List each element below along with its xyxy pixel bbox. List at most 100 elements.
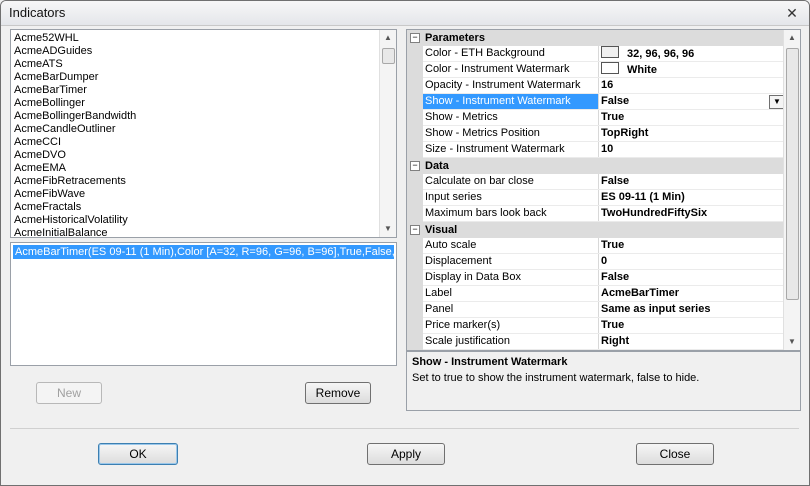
list-item[interactable]: AcmeBollingerBandwidth — [11, 110, 396, 123]
property-name[interactable]: Auto scale — [423, 238, 599, 254]
indicator-list-scrollbar[interactable]: ▲ ▼ — [379, 30, 396, 237]
property-row[interactable]: Display in Data Box False — [407, 270, 787, 286]
category-header[interactable]: − Parameters — [407, 30, 783, 46]
list-item[interactable]: Acme52WHL — [11, 32, 396, 45]
property-row[interactable]: Price marker(s) True — [407, 318, 787, 334]
close-button[interactable]: Close — [636, 443, 714, 465]
property-value[interactable]: 0 — [597, 254, 787, 270]
property-value[interactable]: 16 — [597, 78, 787, 94]
list-item[interactable]: AcmeCandleOutliner — [11, 123, 396, 136]
property-name[interactable]: Displacement — [423, 254, 599, 270]
property-value[interactable]: TwoHundredFiftySix — [597, 206, 787, 222]
property-value-text: False — [601, 175, 630, 187]
property-row[interactable]: Scale justification Right — [407, 334, 787, 350]
property-row[interactable]: Auto scale True — [407, 238, 787, 254]
property-value[interactable]: ES 09-11 (1 Min) — [597, 190, 787, 206]
property-value[interactable]: White — [597, 62, 787, 78]
applied-indicator-item[interactable]: AcmeBarTimer(ES 09-11 (1 Min),Color [A=3… — [13, 245, 394, 259]
list-item[interactable]: AcmeCCI — [11, 136, 396, 149]
scroll-up-icon[interactable]: ▲ — [380, 30, 396, 46]
scroll-down-icon[interactable]: ▼ — [784, 334, 800, 350]
list-item[interactable]: AcmeFibRetracements — [11, 175, 396, 188]
property-name[interactable]: Opacity - Instrument Watermark — [423, 78, 599, 94]
scroll-thumb[interactable] — [786, 48, 799, 300]
applied-indicators-box[interactable]: AcmeBarTimer(ES 09-11 (1 Min),Color [A=3… — [10, 242, 397, 366]
new-button[interactable]: New — [36, 382, 102, 404]
scroll-thumb[interactable] — [382, 48, 395, 64]
scroll-down-icon[interactable]: ▼ — [380, 221, 396, 237]
property-value-text: True — [601, 111, 625, 123]
indicator-list[interactable]: Acme52WHL AcmeADGuides AcmeATS AcmeBarDumpe… — [10, 29, 397, 238]
list-item[interactable]: AcmeEMA — [11, 162, 396, 175]
property-name[interactable]: Panel — [423, 302, 599, 318]
property-value[interactable]: False — [597, 270, 787, 286]
property-value-text: 16 — [601, 79, 614, 91]
property-row[interactable]: Maximum bars look back TwoHundredFiftySix — [407, 206, 787, 222]
property-row[interactable]: Calculate on bar close False — [407, 174, 787, 190]
property-value[interactable]: 32, 96, 96, 96 — [597, 46, 787, 62]
remove-button[interactable]: Remove — [305, 382, 371, 404]
property-name[interactable]: Input series — [423, 190, 599, 206]
property-value-text: ES 09-11 (1 Min) — [601, 191, 685, 203]
list-item[interactable]: AcmeBarTimer — [11, 84, 396, 97]
property-name[interactable]: Calculate on bar close — [423, 174, 599, 190]
property-name[interactable]: Scale justification — [423, 334, 599, 350]
property-name[interactable]: Maximum bars look back — [423, 206, 599, 222]
apply-button[interactable]: Apply — [367, 443, 445, 465]
property-name[interactable]: Display in Data Box — [423, 270, 599, 286]
category-header[interactable]: − Data — [407, 158, 783, 174]
property-description: Show - Instrument Watermark Set to true … — [406, 351, 801, 411]
color-swatch — [601, 46, 619, 58]
minus-icon[interactable]: − — [410, 33, 420, 43]
property-value[interactable]: Right — [597, 334, 787, 350]
property-row[interactable]: Input series ES 09-11 (1 Min) — [407, 190, 787, 206]
property-name[interactable]: Label — [423, 286, 599, 302]
property-row[interactable]: Show - Metrics True — [407, 110, 787, 126]
ok-button[interactable]: OK — [98, 443, 178, 465]
property-name[interactable]: Color - ETH Background — [423, 46, 599, 62]
property-grid[interactable]: − Parameters Color - ETH Background 32, 96,… — [406, 29, 801, 351]
minus-icon[interactable]: − — [410, 161, 420, 171]
property-row[interactable]: Panel Same as input series — [407, 302, 787, 318]
category-header[interactable]: − Visual — [407, 222, 783, 238]
category-label: Data — [425, 160, 449, 172]
scroll-up-icon[interactable]: ▲ — [784, 30, 800, 46]
property-value[interactable]: Same as input series — [597, 302, 787, 318]
close-icon[interactable]: ✕ — [783, 5, 801, 21]
property-name[interactable]: Price marker(s) — [423, 318, 599, 334]
property-name[interactable]: Show - Metrics Position — [423, 126, 599, 142]
property-value-text: 0 — [601, 255, 608, 267]
property-value[interactable]: True — [597, 238, 787, 254]
property-value[interactable]: True — [597, 110, 787, 126]
list-item[interactable]: AcmeDVO — [11, 149, 396, 162]
property-row[interactable]: Show - Instrument Watermark False ▼ — [407, 94, 787, 110]
property-row[interactable]: Label AcmeBarTimer — [407, 286, 787, 302]
property-name[interactable]: Show - Instrument Watermark — [423, 94, 599, 110]
property-name[interactable]: Show - Metrics — [423, 110, 599, 126]
list-item[interactable]: AcmeBollinger — [11, 97, 396, 110]
minus-icon[interactable]: − — [410, 225, 420, 235]
property-row[interactable]: Show - Metrics Position TopRight — [407, 126, 787, 142]
list-item[interactable]: AcmeATS — [11, 58, 396, 71]
property-row[interactable]: Displacement 0 — [407, 254, 787, 270]
property-name[interactable]: Color - Instrument Watermark — [423, 62, 599, 78]
property-grid-scrollbar[interactable]: ▲ ▼ — [783, 30, 800, 350]
property-row[interactable]: Size - Instrument Watermark 10 — [407, 142, 787, 158]
property-row[interactable]: Color - ETH Background 32, 96, 96, 96 — [407, 46, 787, 62]
property-value[interactable]: 10 — [597, 142, 787, 158]
property-value[interactable]: TopRight — [597, 126, 787, 142]
property-name[interactable]: Size - Instrument Watermark — [423, 142, 599, 158]
property-row[interactable]: Opacity - Instrument Watermark 16 — [407, 78, 787, 94]
list-item[interactable]: AcmeFractals — [11, 201, 396, 214]
property-value[interactable]: False — [597, 174, 787, 190]
list-item[interactable]: AcmeFibWave — [11, 188, 396, 201]
list-item[interactable]: AcmeADGuides — [11, 45, 396, 58]
list-item[interactable]: AcmeInitialBalance — [11, 227, 396, 237]
list-item[interactable]: AcmeHistoricalVolatility — [11, 214, 396, 227]
list-item[interactable]: AcmeBarDumper — [11, 71, 396, 84]
property-value[interactable]: AcmeBarTimer — [597, 286, 787, 302]
color-swatch — [601, 62, 619, 74]
property-row[interactable]: Color - Instrument Watermark White — [407, 62, 787, 78]
property-value[interactable]: False ▼ — [597, 94, 787, 110]
property-value[interactable]: True — [597, 318, 787, 334]
